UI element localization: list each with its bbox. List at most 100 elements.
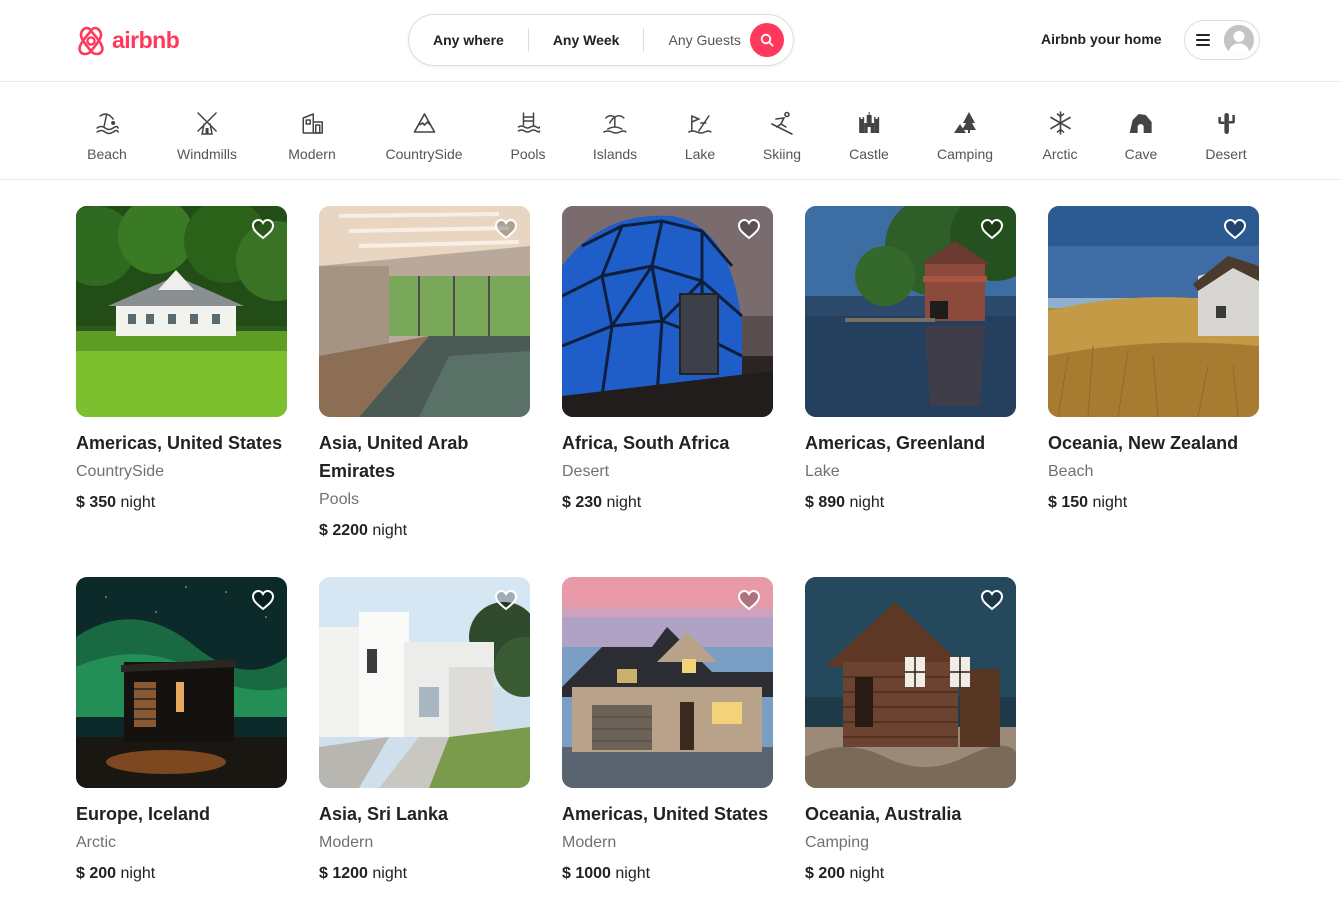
category-islands[interactable]: Islands — [593, 110, 637, 162]
category-desert[interactable]: Desert — [1205, 110, 1247, 162]
menu-icon — [1196, 34, 1210, 46]
category-pools[interactable]: Pools — [510, 110, 546, 162]
castle-icon — [859, 112, 879, 133]
listing-card[interactable]: Americas, United States CountrySide $ 35… — [76, 206, 287, 515]
listing-category: Modern — [319, 834, 374, 851]
price-amount: $ 200 — [76, 865, 117, 882]
listing-title: Americas, United States — [562, 804, 769, 824]
search-button[interactable] — [750, 23, 784, 57]
listing-category: Arctic — [76, 834, 116, 851]
listing-price: $ 2200 night — [319, 519, 530, 543]
camping-icon — [954, 112, 976, 133]
price-amount: $ 200 — [805, 865, 846, 882]
airbnb-logo[interactable]: airbnb — [76, 24, 180, 56]
listing-price: $ 150 night — [1048, 491, 1259, 515]
listing-title: Oceania, New Zealand — [1048, 433, 1239, 453]
category-modern[interactable]: Modern — [288, 110, 336, 162]
listing-photo[interactable] — [805, 206, 1016, 417]
listing-price: $ 1200 night — [319, 862, 530, 886]
listing-photo[interactable] — [76, 577, 287, 788]
heart-icon[interactable] — [980, 589, 1004, 611]
listing-photo[interactable] — [76, 206, 287, 417]
price-amount: $ 350 — [76, 494, 117, 511]
category-label: CountrySide — [385, 146, 463, 162]
heart-icon[interactable] — [980, 218, 1004, 240]
heart-icon[interactable] — [737, 589, 761, 611]
listing-price: $ 200 night — [76, 862, 287, 886]
search-guests[interactable]: Any Guests — [644, 15, 764, 65]
category-label: Arctic — [1042, 146, 1078, 162]
price-unit: night — [1092, 494, 1128, 511]
listing-card[interactable]: Americas, Greenland Lake $ 890 night — [805, 206, 1016, 515]
listing-price: $ 350 night — [76, 491, 287, 515]
listing-title: Americas, Greenland — [805, 433, 986, 453]
beach-icon — [96, 113, 119, 135]
listing-title: Africa, South Africa — [562, 433, 730, 453]
listing-category: Pools — [319, 491, 360, 508]
price-unit: night — [120, 865, 156, 882]
listing-card[interactable]: Asia, United Arab Emirates Pools $ 2200 … — [319, 206, 530, 543]
heart-icon[interactable] — [1223, 218, 1247, 240]
listing-category: Camping — [805, 834, 870, 851]
category-label: Castle — [849, 146, 889, 162]
category-arctic[interactable]: Arctic — [1043, 110, 1078, 162]
listing-price: $ 200 night — [805, 862, 1016, 886]
category-bar: Beach Windmills Modern CountrySide Pools… — [0, 83, 1341, 180]
user-menu-button[interactable] — [1184, 20, 1260, 60]
heart-icon[interactable] — [251, 589, 275, 611]
listing-card[interactable]: Americas, United States Modern $ 1000 ni… — [562, 577, 773, 886]
listing-title: Oceania, Australia — [805, 804, 962, 824]
category-label: Islands — [592, 146, 638, 162]
listing-price: $ 890 night — [805, 491, 1016, 515]
airbnb-your-home-link[interactable]: Airbnb your home — [1041, 31, 1162, 47]
windmill-icon — [197, 112, 217, 135]
listing-photo[interactable] — [319, 577, 530, 788]
listing-title: Europe, Iceland — [76, 804, 211, 824]
price-unit: night — [615, 865, 651, 882]
category-label: Beach — [87, 146, 127, 162]
listing-photo[interactable] — [319, 206, 530, 417]
search-bar[interactable]: Any where Any Week Any Guests — [408, 14, 794, 66]
search-week[interactable]: Any Week — [529, 15, 644, 65]
heart-icon[interactable] — [494, 218, 518, 240]
airbnb-logo-icon — [78, 26, 104, 56]
listing-card[interactable]: Oceania, Australia Camping $ 200 night — [805, 577, 1016, 886]
category-countryside[interactable]: CountrySide — [385, 110, 463, 162]
category-beach[interactable]: Beach — [87, 110, 127, 162]
user-icon — [1224, 25, 1254, 55]
category-skiing[interactable]: Skiing — [763, 110, 801, 162]
listing-photo[interactable] — [562, 577, 773, 788]
listing-category: Desert — [562, 463, 610, 480]
listing-card[interactable]: Oceania, New Zealand Beach $ 150 night — [1048, 206, 1259, 515]
heart-icon[interactable] — [251, 218, 275, 240]
listing-title: Americas, United States — [76, 433, 283, 453]
price-amount: $ 230 — [562, 494, 603, 511]
modern-house-icon — [302, 113, 323, 134]
listing-category: Modern — [562, 834, 617, 851]
category-label: Skiing — [762, 146, 802, 162]
price-unit: night — [372, 865, 408, 882]
listing-photo[interactable] — [1048, 206, 1259, 417]
cave-icon — [1130, 114, 1152, 133]
price-unit: night — [120, 494, 156, 511]
category-castle[interactable]: Castle — [849, 110, 889, 162]
snowflake-icon — [1049, 111, 1071, 135]
price-amount: $ 150 — [1048, 494, 1089, 511]
mountain-icon — [413, 113, 435, 133]
search-where[interactable]: Any where — [409, 15, 528, 65]
heart-icon[interactable] — [494, 589, 518, 611]
category-lake[interactable]: Lake — [685, 110, 715, 162]
listing-card[interactable]: Asia, Sri Lanka Modern $ 1200 night — [319, 577, 530, 886]
price-amount: $ 1000 — [562, 865, 611, 882]
category-cave[interactable]: Cave — [1125, 110, 1157, 162]
pool-icon — [517, 112, 540, 133]
listing-category: Lake — [805, 463, 840, 480]
listing-card[interactable]: Africa, South Africa Desert $ 230 night — [562, 206, 773, 515]
category-windmills[interactable]: Windmills — [177, 110, 237, 162]
heart-icon[interactable] — [737, 218, 761, 240]
listing-card[interactable]: Europe, Iceland Arctic $ 200 night — [76, 577, 287, 886]
listing-photo[interactable] — [805, 577, 1016, 788]
category-camping[interactable]: Camping — [937, 110, 993, 162]
listing-photo[interactable] — [562, 206, 773, 417]
category-label: Windmills — [177, 146, 237, 162]
